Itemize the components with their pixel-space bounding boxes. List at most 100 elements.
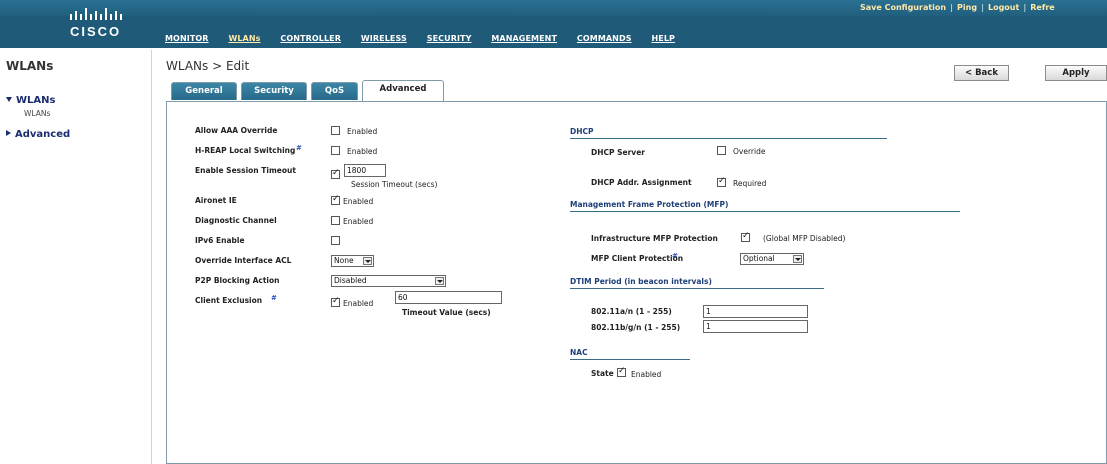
dhcp-required-text: Required — [733, 179, 767, 188]
p2p-blocking-value: Disabled — [334, 276, 367, 285]
dhcp-override-text: Override — [733, 147, 766, 156]
info-icon[interactable]: # — [271, 294, 277, 302]
aironet-ie-text: Enabled — [343, 197, 374, 206]
dropdown-arrow-icon — [793, 255, 802, 263]
nav-wlans[interactable]: WLANs — [228, 34, 260, 43]
client-exclusion-timeout-caption: Timeout Value (secs) — [402, 308, 491, 317]
separator: | — [950, 3, 954, 12]
mfp-section-title: Management Frame Protection (MFP) — [570, 200, 729, 209]
dtim-section-title: DTIM Period (in beacon intervals) — [570, 277, 712, 286]
info-icon[interactable]: # — [672, 252, 678, 260]
override-interface-acl-label: Override Interface ACL — [195, 256, 292, 265]
dhcp-section-title: DHCP — [570, 127, 594, 136]
sidebar-item-label: WLANs — [16, 95, 56, 106]
nav-controller[interactable]: CONTROLLER — [280, 34, 341, 43]
client-exclusion-text: Enabled — [343, 299, 374, 308]
page: CISCO Save Configuration | Ping | Logout | Ref… — [0, 0, 1107, 464]
client-exclusion-checkbox[interactable] — [331, 296, 340, 307]
save-configuration-link[interactable]: Save Configuration — [860, 3, 946, 12]
main-content: WLANs > Edit < Back Apply General Securi… — [162, 50, 1107, 464]
hreap-local-switching-label: H-REAP Local Switching — [195, 146, 296, 155]
nac-state-checkbox[interactable] — [617, 366, 626, 377]
logout-link[interactable]: Logout — [988, 3, 1019, 12]
sidebar-item-wlans[interactable]: WLANs — [6, 95, 55, 106]
refresh-link[interactable]: Refre — [1030, 3, 1054, 12]
hreap-local-switching-text: Enabled — [347, 147, 378, 156]
p2p-blocking-select[interactable]: Disabled — [331, 275, 446, 287]
section-divider — [570, 211, 960, 212]
tab-general[interactable]: General — [171, 82, 237, 100]
nac-section-title: NAC — [570, 348, 588, 357]
info-icon[interactable]: # — [296, 144, 302, 152]
infrastructure-mfp-checkbox[interactable] — [741, 231, 750, 242]
page-title: WLANs > Edit — [166, 59, 250, 73]
p2p-blocking-label: P2P Blocking Action — [195, 276, 280, 285]
hreap-local-switching-checkbox[interactable] — [331, 146, 340, 155]
apply-button[interactable]: Apply — [1045, 65, 1107, 81]
session-timeout-input[interactable]: 1800 — [344, 164, 386, 177]
sidebar: WLANs WLANs WLANs Advanced — [0, 50, 152, 464]
section-divider — [570, 138, 887, 139]
sidebar-title: WLANs — [6, 59, 54, 73]
diagnostic-channel-label: Diagnostic Channel — [195, 216, 277, 225]
override-acl-select[interactable]: None — [331, 255, 374, 267]
dtim-80211an-input[interactable]: 1 — [703, 305, 808, 318]
client-exclusion-label: Client Exclusion — [195, 296, 263, 305]
sidebar-item-advanced[interactable]: Advanced — [6, 129, 70, 140]
dhcp-server-label: DHCP Server — [591, 148, 645, 157]
dhcp-addr-assignment-checkbox[interactable] — [717, 176, 726, 187]
allow-aaa-override-text: Enabled — [347, 127, 378, 136]
aironet-ie-label: Aironet IE — [195, 196, 237, 205]
back-button[interactable]: < Back — [954, 65, 1009, 81]
cisco-logo: CISCO — [70, 24, 122, 39]
sidebar-subitem-wlans[interactable]: WLANs — [24, 109, 50, 118]
separator: | — [1023, 3, 1027, 12]
top-header: CISCO Save Configuration | Ping | Logout | Ref… — [0, 0, 1107, 48]
dtim-80211bgn-input[interactable]: 1 — [703, 320, 808, 333]
mfp-client-protection-value: Optional — [743, 254, 775, 263]
nav-commands[interactable]: COMMANDS — [577, 34, 632, 43]
dropdown-arrow-icon — [363, 257, 372, 265]
dropdown-arrow-icon — [435, 277, 444, 285]
advanced-panel: Allow AAA Override Enabled H-REAP Local … — [166, 101, 1107, 464]
diagnostic-channel-checkbox[interactable] — [331, 216, 340, 225]
nav-monitor[interactable]: MONITOR — [165, 34, 209, 43]
triangle-right-icon — [6, 130, 11, 136]
mfp-client-protection-label: MFP Client Protection — [591, 254, 684, 263]
mfp-client-protection-select[interactable]: Optional — [740, 253, 804, 265]
nav-security[interactable]: SECURITY — [427, 34, 472, 43]
tab-security[interactable]: Security — [241, 82, 307, 100]
dtim-80211an-label: 802.11a/n (1 - 255) — [591, 307, 672, 316]
dhcp-server-checkbox[interactable] — [717, 146, 726, 155]
section-divider — [570, 359, 690, 360]
global-mfp-text: (Global MFP Disabled) — [763, 234, 846, 243]
nav-help[interactable]: HELP — [651, 34, 675, 43]
main-nav: MONITOR WLANs CONTROLLER WIRELESS SECURI… — [165, 34, 692, 46]
allow-aaa-override-label: Allow AAA Override — [195, 126, 278, 135]
ping-link[interactable]: Ping — [957, 3, 977, 12]
triangle-down-icon — [6, 97, 12, 102]
tab-qos[interactable]: QoS — [311, 82, 358, 100]
ipv6-enable-checkbox[interactable] — [331, 236, 340, 245]
diagnostic-channel-text: Enabled — [343, 217, 374, 226]
allow-aaa-override-checkbox[interactable] — [331, 126, 340, 135]
nav-wireless[interactable]: WIRELESS — [361, 34, 407, 43]
section-divider — [570, 288, 824, 289]
nav-management[interactable]: MANAGEMENT — [491, 34, 557, 43]
aironet-ie-checkbox[interactable] — [331, 194, 340, 205]
dtim-80211bgn-label: 802.11b/g/n (1 - 255) — [591, 323, 681, 332]
client-exclusion-timeout-input[interactable]: 60 — [395, 291, 502, 304]
override-acl-value: None — [334, 256, 354, 265]
sidebar-item-label: Advanced — [15, 129, 71, 140]
session-timeout-checkbox[interactable] — [331, 168, 340, 179]
nac-enabled-text: Enabled — [631, 370, 662, 379]
tab-advanced[interactable]: Advanced — [362, 80, 444, 102]
nac-state-label: State — [591, 369, 614, 378]
dhcp-addr-assignment-label: DHCP Addr. Assignment — [591, 178, 692, 187]
separator: | — [981, 3, 984, 12]
session-timeout-label: Enable Session Timeout — [195, 166, 296, 175]
ipv6-enable-label: IPv6 Enable — [195, 236, 245, 245]
cisco-logo-bars — [70, 8, 122, 20]
session-timeout-caption: Session Timeout (secs) — [351, 180, 438, 189]
utility-links: Save Configuration | Ping | Logout | Refre — [860, 3, 1107, 15]
